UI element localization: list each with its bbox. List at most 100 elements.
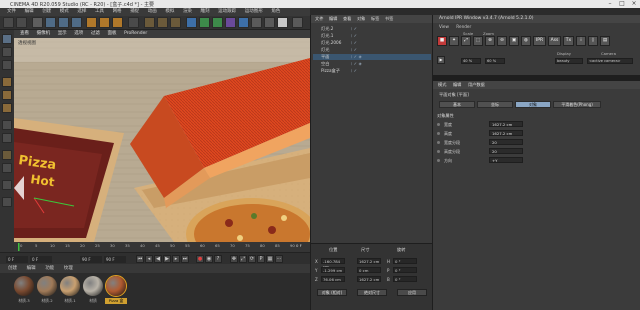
array-icon[interactable]: [225, 17, 236, 28]
minimize-icon[interactable]: –: [604, 0, 616, 8]
tx-button[interactable]: Tx: [563, 36, 574, 46]
tweak-icon[interactable]: [2, 180, 12, 190]
frame-end-field[interactable]: 90 F: [80, 256, 102, 263]
goto-end-icon[interactable]: ⏭: [181, 255, 189, 263]
menu-item[interactable]: 工具: [95, 8, 104, 16]
material-menu-item[interactable]: 功能: [45, 264, 54, 273]
object-row[interactable]: 空白 ⁝ ✓ ◈: [313, 61, 431, 67]
viewport-menu-item[interactable]: ProRender: [124, 30, 147, 38]
frame-current-field[interactable]: 0 F: [30, 256, 52, 263]
viewport-menu-item[interactable]: 面板: [107, 30, 116, 38]
move-key-icon[interactable]: ✥: [230, 255, 238, 263]
save-icon[interactable]: ▤: [600, 36, 610, 46]
material-swatch[interactable]: [83, 276, 103, 296]
record-icon[interactable]: ●: [196, 255, 204, 263]
workplane-icon[interactable]: [2, 60, 12, 70]
position-y-field[interactable]: -1.299 cm: [321, 267, 345, 273]
render-picture-viewer-icon[interactable]: [157, 17, 168, 28]
info-icon[interactable]: i: [576, 36, 586, 46]
uv-mode-icon[interactable]: [2, 120, 12, 130]
size-x-field[interactable]: 1627.2 cm: [357, 258, 381, 264]
object-row-selected[interactable]: 平面 ⁝ ✓ ◈: [313, 54, 431, 60]
cube-icon[interactable]: [186, 17, 197, 28]
redo-icon[interactable]: [16, 17, 27, 28]
menu-item[interactable]: 捕捉: [130, 8, 139, 16]
height-field[interactable]: 1627.2 cm: [489, 130, 523, 136]
animate-dot-icon[interactable]: [437, 132, 440, 135]
menu-item[interactable]: 网格: [113, 8, 122, 16]
autokey-icon[interactable]: ◉: [205, 255, 213, 263]
keyframe-icon[interactable]: ?: [214, 255, 222, 263]
position-x-field[interactable]: -160.784 cm: [321, 258, 345, 269]
polygons-mode-icon[interactable]: [2, 103, 12, 113]
layout-icon[interactable]: [292, 17, 303, 28]
object-row[interactable]: 灯光.2006 ⁝ ✓: [313, 40, 431, 46]
material-menu-item[interactable]: 编辑: [27, 264, 36, 273]
animate-dot-icon[interactable]: [437, 150, 440, 153]
object-menu-item[interactable]: 文件: [315, 15, 323, 23]
zoom-out-icon[interactable]: ⊖: [497, 36, 507, 46]
object-menu-item[interactable]: 查看: [343, 15, 351, 23]
drop-icon[interactable]: ◊: [588, 36, 598, 46]
play-backward-icon[interactable]: ◀: [154, 255, 162, 263]
size-z-field[interactable]: 1627.2 cm: [357, 276, 381, 282]
attr-menu-item[interactable]: 编辑: [453, 81, 461, 89]
object-menu-item[interactable]: 标签: [371, 15, 379, 23]
render-settings-icon[interactable]: [170, 17, 181, 28]
frame-end-preview-field[interactable]: 90 F: [104, 256, 126, 263]
model-mode-icon[interactable]: [2, 34, 12, 44]
select-arrow-icon[interactable]: [32, 17, 43, 28]
coordinate-system-icon[interactable]: [128, 17, 139, 28]
tab-phong[interactable]: 平滑着色(Phong): [553, 101, 601, 108]
snap-icon[interactable]: [2, 150, 12, 160]
material-swatch[interactable]: [105, 275, 127, 297]
grid-key-icon[interactable]: ▦: [266, 255, 274, 263]
scale-icon[interactable]: [58, 17, 69, 28]
zoom-icon[interactable]: ⊕: [485, 36, 495, 46]
bulb-icon[interactable]: ✦: [449, 36, 459, 46]
edges-mode-icon[interactable]: [2, 90, 12, 100]
menu-item[interactable]: 角色: [271, 8, 280, 16]
x-axis-icon[interactable]: [86, 17, 97, 28]
timeline-ruler[interactable]: 0 5 10 15 20 25 30 35 40 45 50 55 60 65 70 75 80 85 90 0 F: [14, 242, 310, 252]
display-dropdown[interactable]: beauty: [555, 58, 583, 64]
menu-item[interactable]: 模式: [60, 8, 69, 16]
viewport-menu-item[interactable]: 查看: [20, 30, 29, 38]
object-row[interactable]: 灯光 ⁝ ✓: [313, 47, 431, 53]
material-menu-item[interactable]: 纹理: [64, 264, 73, 273]
next-key-icon[interactable]: ▸: [172, 255, 180, 263]
motion-path-icon[interactable]: ⋯: [275, 255, 283, 263]
material-menu-item[interactable]: 创建: [8, 264, 17, 273]
zoom-field[interactable]: 60 %: [485, 58, 505, 64]
ipr-menu-item[interactable]: Render: [456, 24, 471, 29]
width-field[interactable]: 1627.2 cm: [489, 121, 523, 127]
solo-icon[interactable]: [2, 197, 12, 207]
close-icon[interactable]: ×: [628, 0, 640, 8]
points-mode-icon[interactable]: [2, 77, 12, 87]
animate-dot-icon[interactable]: [437, 141, 440, 144]
coord-mode-dropdown[interactable]: 对象 (相对): [317, 289, 347, 296]
rotation-h-field[interactable]: 0 °: [393, 258, 417, 264]
ipr-button[interactable]: IPR: [533, 36, 546, 46]
stop-icon[interactable]: ■: [437, 36, 447, 46]
menu-item[interactable]: 选择: [77, 8, 86, 16]
animate-dot-icon[interactable]: [437, 123, 440, 126]
light-icon[interactable]: [277, 17, 288, 28]
position-z-field[interactable]: 76.06 cm: [321, 276, 345, 282]
width-segments-field[interactable]: 20: [489, 139, 523, 145]
z-axis-icon[interactable]: [112, 17, 123, 28]
param-key-icon[interactable]: P: [257, 255, 265, 263]
material-swatch[interactable]: [14, 276, 34, 296]
menu-item[interactable]: 渲染: [183, 8, 192, 16]
ipr-menu-item[interactable]: View: [439, 24, 449, 29]
3d-viewport[interactable]: Pizza Hot 透视视图: [14, 38, 310, 242]
tab-object[interactable]: 对象: [515, 101, 551, 108]
material-swatch[interactable]: [60, 276, 80, 296]
texture-mode-icon[interactable]: [2, 47, 12, 57]
goto-start-icon[interactable]: ⏮: [136, 255, 144, 263]
frame-start-field[interactable]: 0 F: [6, 256, 28, 263]
object-menu-item[interactable]: 编辑: [329, 15, 337, 23]
menu-item[interactable]: 创建: [42, 8, 51, 16]
viewport-menu-item[interactable]: 过滤: [91, 30, 100, 38]
camera-icon[interactable]: [264, 17, 275, 28]
